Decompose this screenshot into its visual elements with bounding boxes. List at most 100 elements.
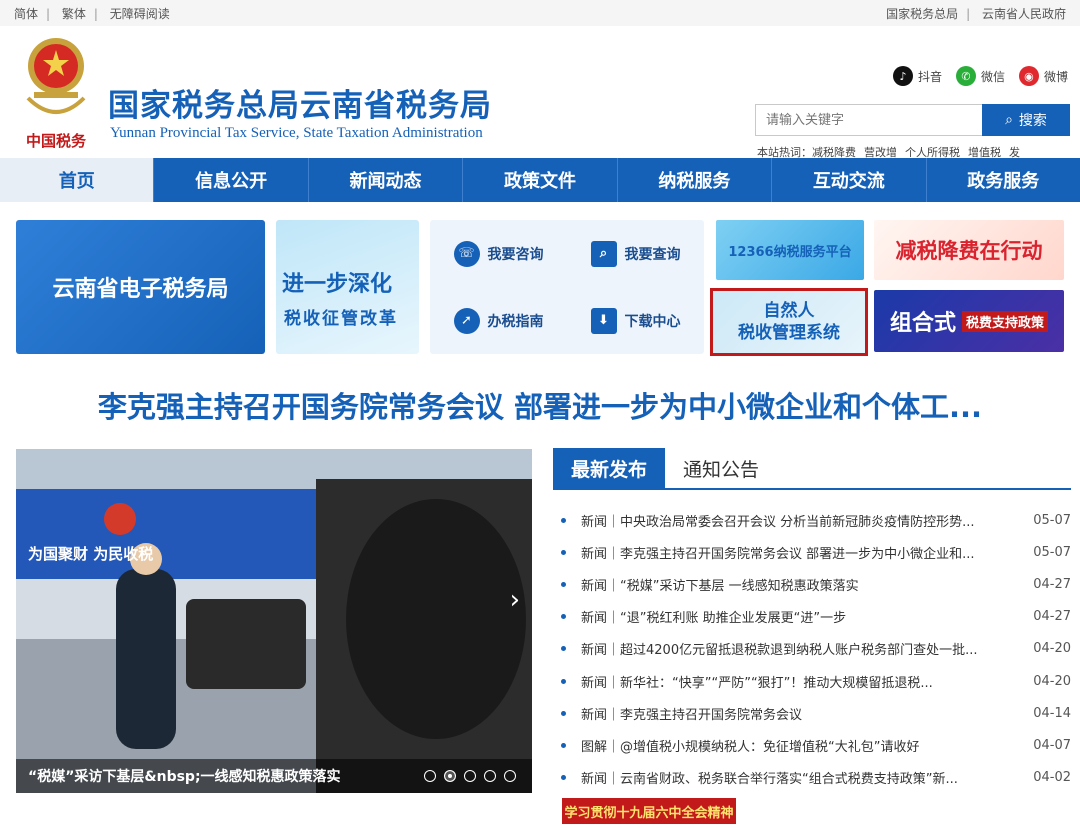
news-title: 新闻｜李克强主持召开国务院常务会议 bbox=[581, 707, 803, 723]
carousel-dot[interactable] bbox=[484, 770, 496, 782]
carousel-photo: 为国聚财 为民收税 bbox=[16, 449, 532, 793]
news-date: 04-20 bbox=[1033, 673, 1071, 689]
news-item[interactable]: 新闻｜李克强主持召开国务院常务会议 部署进一步为中小微企业和... 05-07 bbox=[553, 536, 1071, 568]
nav-info-disclosure[interactable]: 信息公开 bbox=[154, 158, 309, 202]
news-date: 05-07 bbox=[1033, 544, 1071, 560]
carousel-dot[interactable] bbox=[424, 770, 436, 782]
news-list: 新闻｜中央政治局常委会召开会议 分析当前新冠肺炎疫情防控形势... 05-07 新… bbox=[553, 504, 1071, 794]
compass-icon: ➚ bbox=[453, 307, 480, 334]
consult-link[interactable]: ☏ 我要咨询 bbox=[430, 220, 567, 287]
news-date: 04-27 bbox=[1033, 609, 1071, 625]
sta-link[interactable]: 国家税务总局 bbox=[886, 7, 958, 21]
news-date: 04-20 bbox=[1033, 641, 1071, 657]
guide-label: 办税指南 bbox=[487, 313, 544, 330]
news-panel: 最新发布 通知公告 新闻｜中央政治局常委会召开会议 分析当前新冠肺炎疫情防控形势… bbox=[553, 448, 1071, 794]
query-link[interactable]: ⌕ 我要查询 bbox=[567, 220, 704, 287]
bullet bbox=[561, 646, 566, 652]
nav-news[interactable]: 新闻动态 bbox=[309, 158, 464, 202]
nav-tax-service[interactable]: 纳税服务 bbox=[618, 158, 773, 202]
search-button[interactable]: ⌕ 搜索 bbox=[982, 104, 1070, 136]
combo-tag: 税费支持政策 bbox=[962, 310, 1049, 332]
tab-notices[interactable]: 通知公告 bbox=[665, 448, 777, 488]
carousel-next-arrow[interactable]: › bbox=[510, 585, 520, 615]
news-item[interactable]: 图解｜@增值税小规模纳税人：免征增值税“大礼包”请收好 04-07 bbox=[553, 729, 1071, 761]
study-banner[interactable]: 学习贯彻十九届六中全会精神 bbox=[562, 798, 736, 824]
news-title: 新闻｜新华社：“快享”“严防”“狠打”！推动大规模留抵退税... bbox=[581, 675, 933, 691]
simplified-link[interactable]: 简体 bbox=[14, 7, 38, 21]
bullet bbox=[561, 678, 566, 684]
weibo-label: 微博 bbox=[1043, 69, 1068, 84]
search-icon: ⌕ bbox=[1005, 112, 1013, 128]
carousel-dot[interactable] bbox=[504, 770, 516, 782]
search-input[interactable] bbox=[755, 104, 982, 136]
bullet bbox=[561, 581, 566, 587]
nav-interaction[interactable]: 互动交流 bbox=[772, 158, 927, 202]
news-date: 04-07 bbox=[1033, 737, 1071, 753]
natural-person-system-tile[interactable]: 自然人 税收管理系统 bbox=[710, 288, 868, 356]
douyin-link[interactable]: ♪ 抖音 bbox=[892, 66, 942, 86]
top-headline[interactable]: 李克强主持召开国务院常务会议 部署进一步为中小微企业和个体工... bbox=[0, 384, 1080, 426]
news-date: 04-27 bbox=[1033, 576, 1071, 592]
top-bar-left: 简体 | 繁体 | 无障碍阅读 bbox=[14, 6, 170, 21]
download-link[interactable]: ⬇ 下载中心 bbox=[567, 287, 704, 354]
douyin-label: 抖音 bbox=[917, 69, 942, 84]
quick-tiles: 云南省电子税务局 进一步深化 税收征管改革 ☏ 我要咨询 ⌕ 我要查询 ➚ 办税指南 … bbox=[16, 220, 1064, 356]
national-emblem-logo: 中国税务 bbox=[18, 34, 94, 150]
download-label: 下载中心 bbox=[624, 313, 681, 330]
social-links: ♪ 抖音 ✆ 微信 ◉ 微博 bbox=[892, 66, 1068, 86]
top-bar-right: 国家税务总局 | 云南省人民政府 bbox=[886, 6, 1066, 21]
yunnan-gov-link[interactable]: 云南省人民政府 bbox=[982, 7, 1066, 21]
news-item[interactable]: 新闻｜超过4200亿元留抵退税款退到纳税人账户税务部门查处一批... 04-20 bbox=[553, 633, 1071, 665]
wechat-icon: ✆ bbox=[955, 66, 976, 86]
query-label: 我要查询 bbox=[624, 246, 681, 263]
site-subtitle: Yunnan Provincial Tax Service, State Tax… bbox=[110, 125, 483, 141]
news-item[interactable]: 新闻｜新华社：“快享”“严防”“狠打”！推动大规模留抵退税... 04-20 bbox=[553, 665, 1071, 697]
wechat-label: 微信 bbox=[980, 69, 1005, 84]
download-icon: ⬇ bbox=[590, 307, 617, 334]
consult-label: 我要咨询 bbox=[487, 246, 544, 263]
news-item[interactable]: 新闻｜云南省财政、税务联合举行落实“组合式税费支持政策”新... 04-02 bbox=[553, 762, 1071, 794]
bullet bbox=[561, 775, 566, 781]
site-title: 国家税务总局云南省税务局 bbox=[108, 88, 492, 124]
tab-latest[interactable]: 最新发布 bbox=[553, 448, 666, 488]
combo-title: 组合式 bbox=[889, 310, 956, 336]
traditional-link[interactable]: 繁体 bbox=[62, 7, 86, 21]
carousel-dot[interactable] bbox=[464, 770, 476, 782]
etax-bureau-tile[interactable]: 云南省电子税务局 bbox=[16, 220, 265, 354]
site-header: 中国税务 国家税务总局云南省税务局 Yunnan Provincial Tax … bbox=[0, 26, 1080, 159]
weibo-link[interactable]: ◉ 微博 bbox=[1018, 66, 1068, 86]
search-button-label: 搜索 bbox=[1018, 113, 1047, 129]
tax-cut-tile[interactable]: 减税降费在行动 bbox=[874, 220, 1064, 280]
wechat-link[interactable]: ✆ 微信 bbox=[955, 66, 1005, 86]
tax-reform-tile[interactable]: 进一步深化 税收征管改革 bbox=[276, 220, 419, 354]
reform-subtitle: 税收征管改革 bbox=[284, 309, 398, 329]
news-title: 图解｜@增值税小规模纳税人：免征增值税“大礼包”请收好 bbox=[581, 739, 920, 755]
news-title: 新闻｜“税媒”采访下基层 一线感知税惠政策落实 bbox=[581, 578, 859, 594]
news-title: 新闻｜“退”税红利账 助推企业发展更“进”一步 bbox=[581, 611, 847, 627]
news-title: 新闻｜超过4200亿元留抵退税款退到纳税人账户税务部门查处一批... bbox=[581, 643, 978, 659]
carousel-dot-active[interactable] bbox=[444, 770, 456, 782]
news-title: 新闻｜中央政治局常委会召开会议 分析当前新冠肺炎疫情防控形势... bbox=[581, 514, 975, 530]
news-item[interactable]: 新闻｜中央政治局常委会召开会议 分析当前新冠肺炎疫情防控形势... 05-07 bbox=[553, 504, 1071, 536]
news-item[interactable]: 新闻｜“税媒”采访下基层 一线感知税惠政策落实 04-27 bbox=[553, 568, 1071, 600]
combo-policy-tile[interactable]: 组合式 税费支持政策 bbox=[874, 290, 1064, 352]
nav-policy[interactable]: 政策文件 bbox=[463, 158, 618, 202]
doc-search-icon: ⌕ bbox=[590, 240, 617, 267]
bullet bbox=[561, 517, 566, 523]
reform-title: 进一步深化 bbox=[282, 272, 393, 297]
bullet bbox=[561, 614, 566, 620]
natural-line2: 税收管理系统 bbox=[738, 323, 840, 343]
carousel-slide-text: 为国聚财 为民收税 bbox=[28, 545, 153, 563]
nav-gov-service[interactable]: 政务服务 bbox=[927, 158, 1080, 202]
nav-home[interactable]: 首页 bbox=[0, 158, 155, 202]
guide-link[interactable]: ➚ 办税指南 bbox=[430, 287, 567, 354]
photo-carousel[interactable]: 为国聚财 为民收税 › “税媒”采访下基层&nbsp;一线感知税惠政策落实 bbox=[16, 449, 532, 793]
natural-line1: 自然人 bbox=[763, 301, 815, 321]
headset-icon: ☏ bbox=[453, 240, 480, 267]
news-item[interactable]: 新闻｜“退”税红利账 助推企业发展更“进”一步 04-27 bbox=[553, 601, 1071, 633]
weibo-icon: ◉ bbox=[1018, 66, 1039, 86]
accessibility-link[interactable]: 无障碍阅读 bbox=[110, 7, 170, 21]
news-title: 新闻｜李克强主持召开国务院常务会议 部署进一步为中小微企业和... bbox=[581, 546, 975, 562]
news-item[interactable]: 新闻｜李克强主持召开国务院常务会议 04-14 bbox=[553, 697, 1071, 729]
hotline-platform-tile[interactable]: 12366纳税服务平台 bbox=[716, 220, 864, 280]
